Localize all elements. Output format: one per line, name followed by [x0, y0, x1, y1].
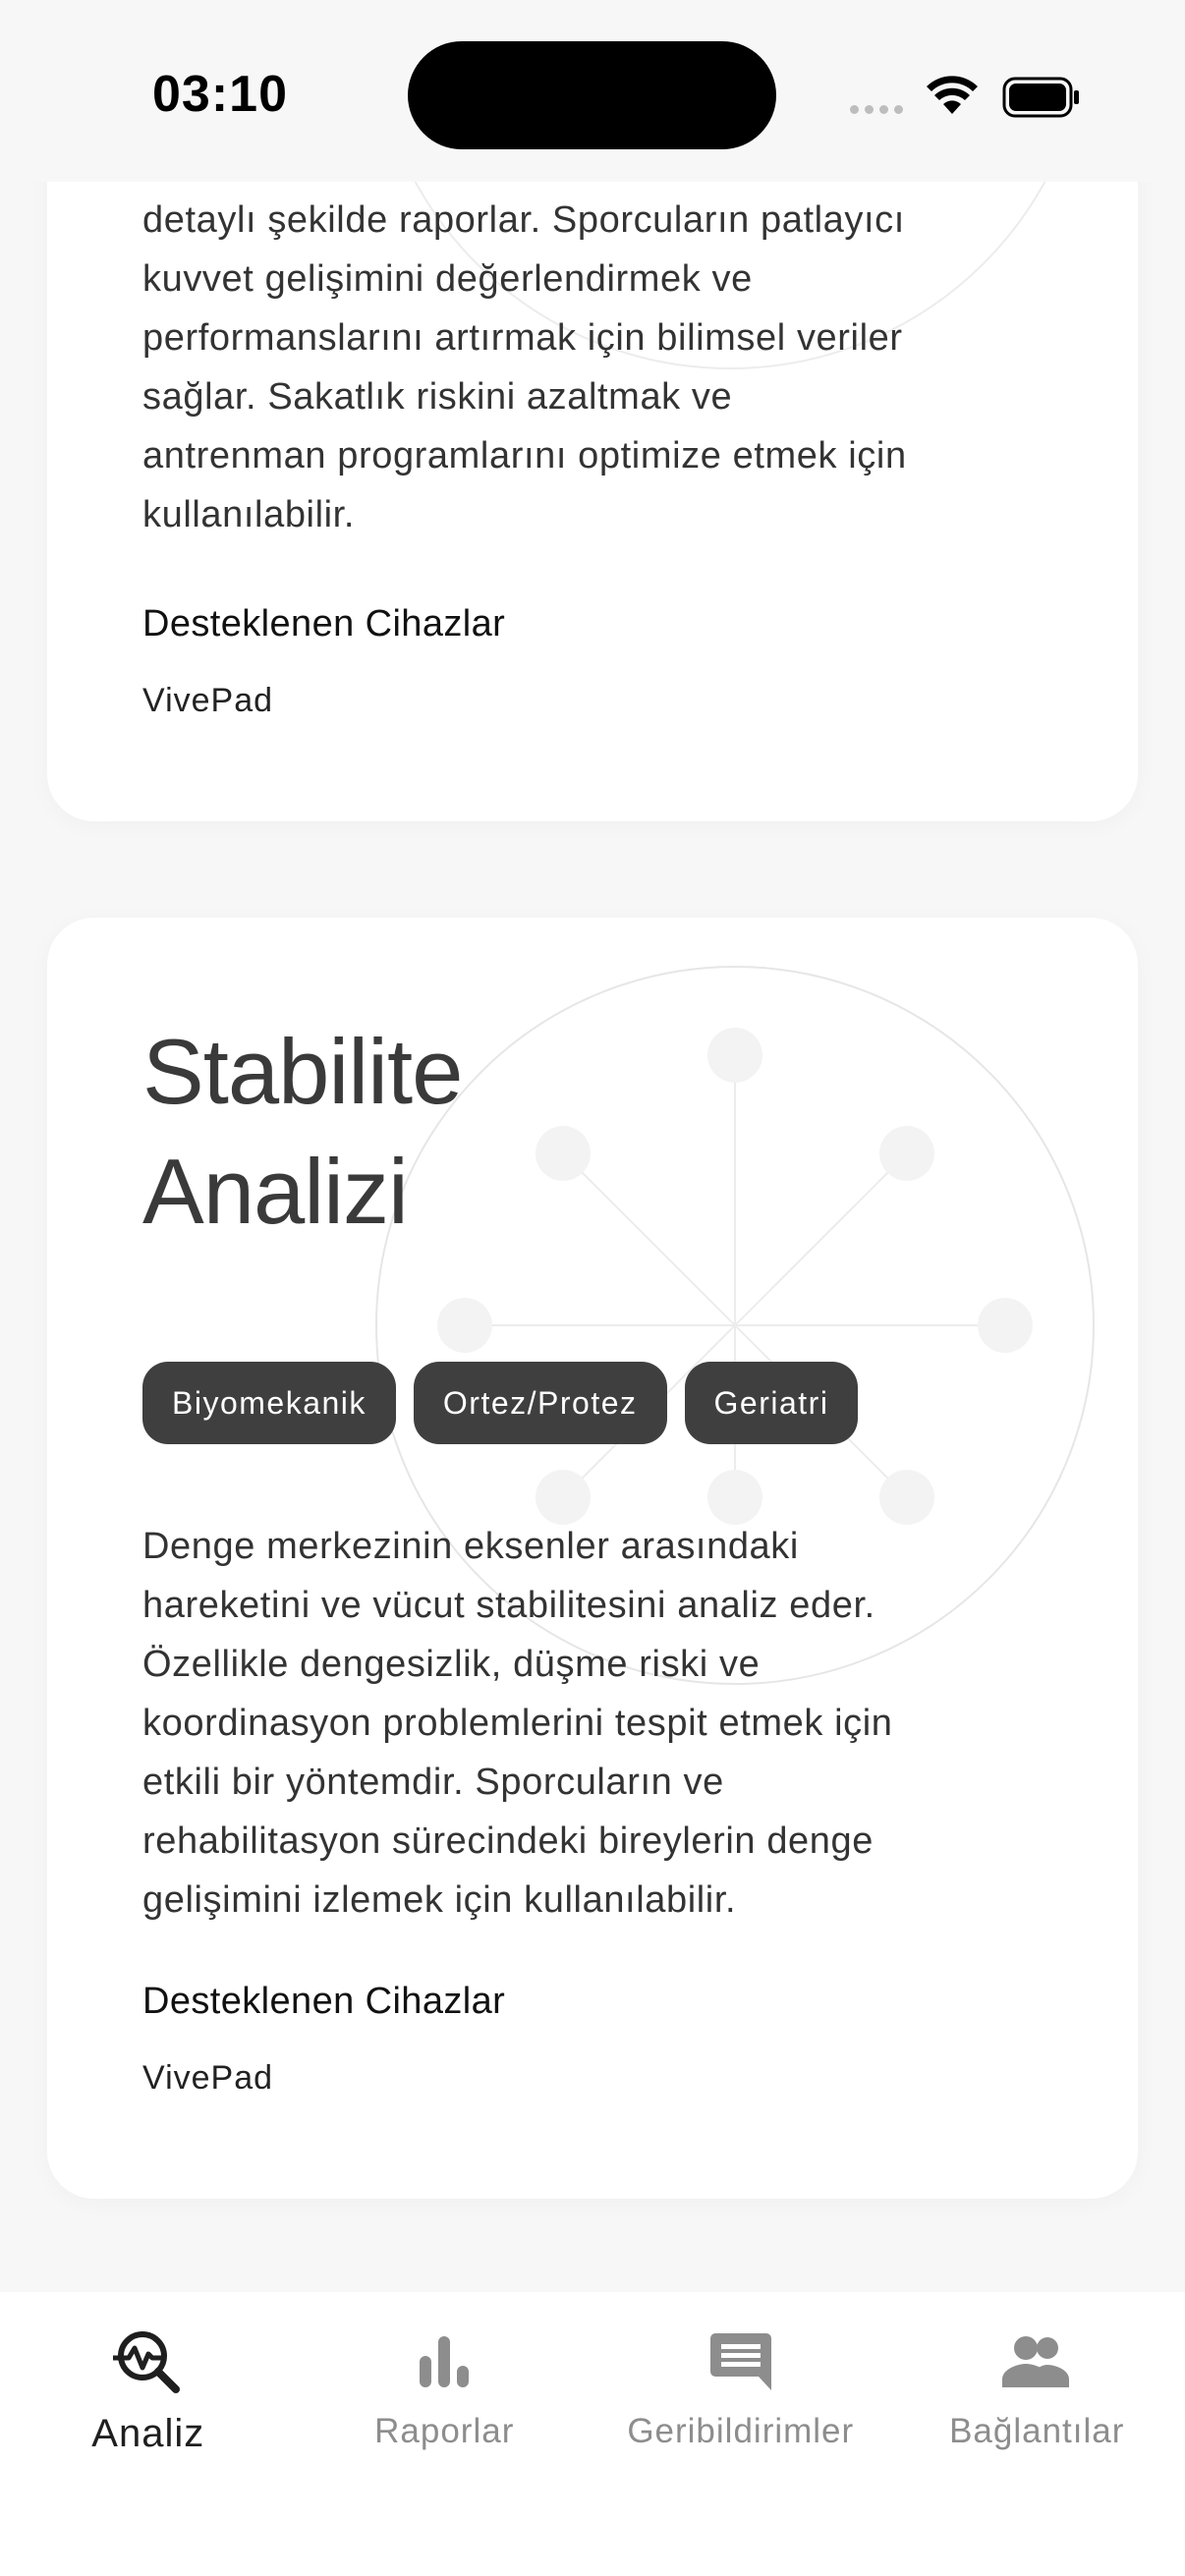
- people-icon: [1002, 2336, 1070, 2387]
- tab-reports[interactable]: Raporlar: [297, 2292, 593, 2576]
- tag-orthosis-prosthesis[interactable]: Ortez/Protez: [413, 1362, 667, 1444]
- status-bar: 03:10: [0, 0, 1185, 182]
- bottom-tab-bar: Analiz Raporlar Geribildirimler Bağlantı…: [0, 2292, 1185, 2576]
- card-title: Stabilite Analizi: [142, 1020, 463, 1243]
- analysis-search-icon: [112, 2331, 180, 2393]
- battery-icon: [1002, 77, 1079, 118]
- dynamic-island: [408, 41, 776, 149]
- supported-devices-title: Desteklenen Cihazlar: [142, 603, 506, 644]
- tab-label-analysis: Analiz: [91, 2412, 205, 2455]
- tag-geriatrics[interactable]: Geriatri: [684, 1362, 859, 1444]
- tag-list: Biyomekanik Ortez/Protez Geriatri: [142, 1362, 1043, 1444]
- tab-analysis[interactable]: Analiz: [0, 2292, 297, 2576]
- tab-label-connections: Bağlantılar: [949, 2412, 1125, 2450]
- card-description: detaylı şekilde raporlar. Sporcuların pa…: [142, 199, 907, 535]
- tab-connections[interactable]: Bağlantılar: [889, 2292, 1185, 2576]
- status-time: 03:10: [152, 66, 288, 123]
- bar-chart-icon: [420, 2336, 470, 2387]
- supported-device: VivePad: [142, 2059, 274, 2097]
- supported-device: VivePad: [142, 682, 274, 719]
- tab-label-reports: Raporlar: [374, 2412, 515, 2450]
- supported-devices-title: Desteklenen Cihazlar: [142, 1981, 506, 2022]
- tag-biomechanics[interactable]: Biyomekanik: [142, 1362, 396, 1444]
- tab-label-feedback: Geribildirimler: [627, 2412, 855, 2450]
- cellular-signal-icon: [850, 105, 903, 114]
- wifi-icon: [927, 76, 978, 114]
- card-description: Denge merkezinin eksenler arasındaki har…: [142, 1526, 893, 1921]
- stability-analysis-card[interactable]: Stabilite Analizi Biyomekanik Ortez/Prot…: [47, 918, 1138, 2199]
- scroll-content[interactable]: detaylı şekilde raporlar. Sporcuların pa…: [0, 0, 1185, 2292]
- tab-feedback[interactable]: Geribildirimler: [592, 2292, 889, 2576]
- feedback-icon: [709, 2333, 771, 2390]
